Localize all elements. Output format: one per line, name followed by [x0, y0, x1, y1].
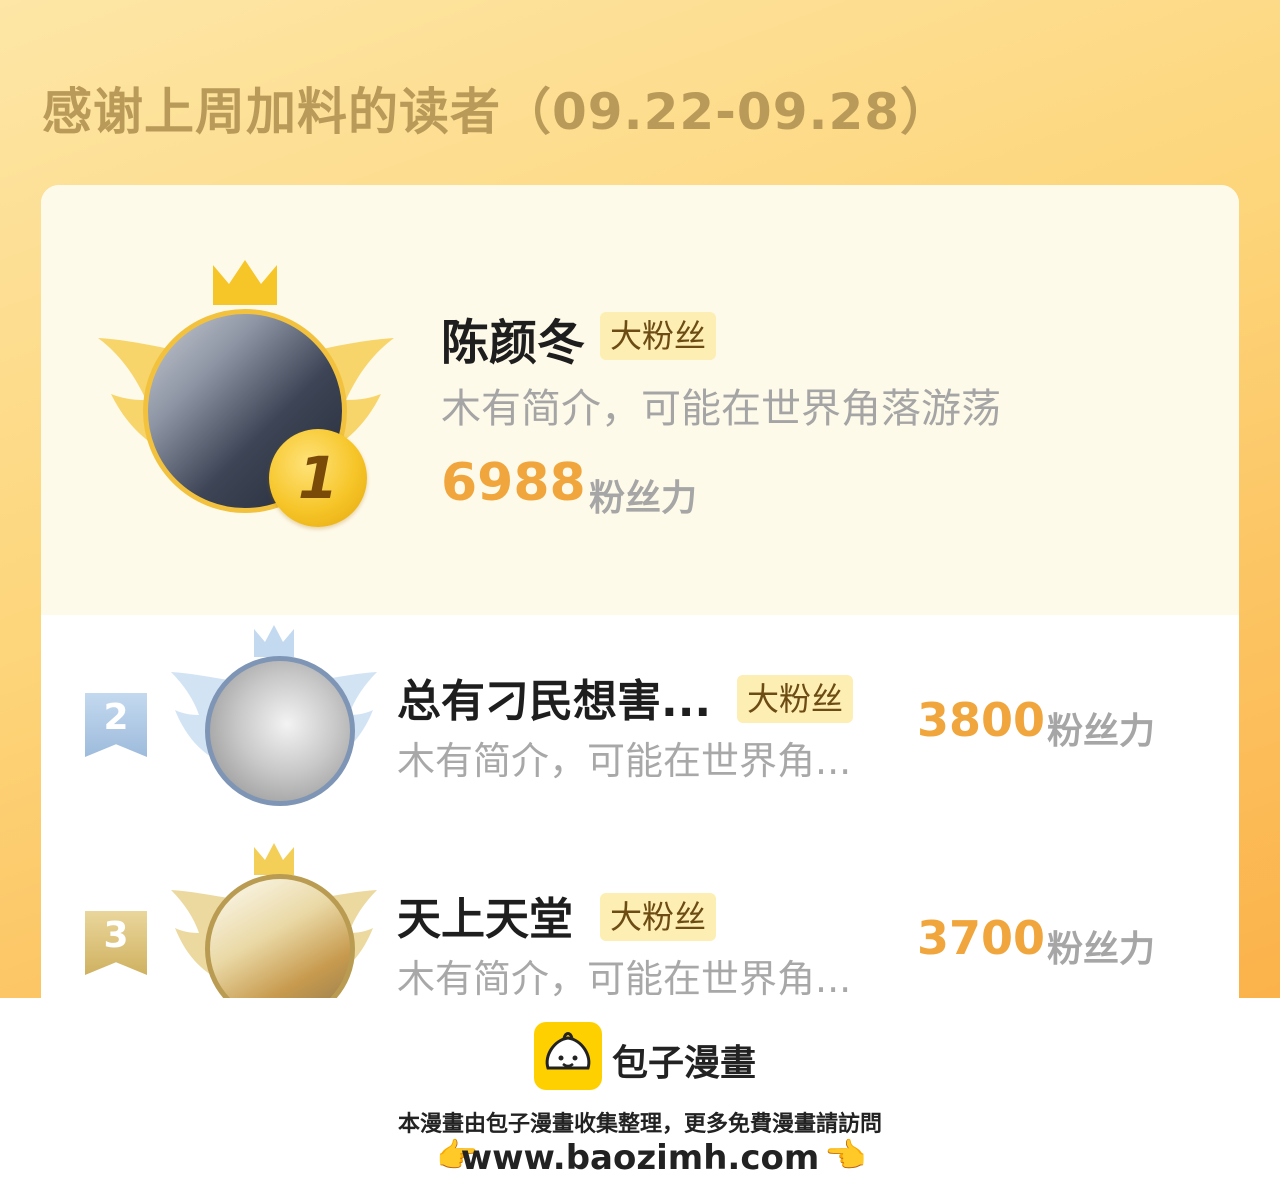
rank-medal: 1: [269, 429, 367, 527]
pointing-left-icon: 👈: [824, 1136, 867, 1176]
fan-power-unit: 粉丝力: [1047, 929, 1156, 970]
fan-power-unit: 粉丝力: [1047, 711, 1156, 752]
fan-power-value: 6988: [441, 453, 586, 513]
leaderboard-card: 1 陈颜冬 大粉丝 木有简介，可能在世界角落游荡 6988 粉丝力 2 总有刁民…: [41, 185, 1239, 998]
app-name: 包子漫畫: [612, 1043, 757, 1084]
crown-icon: [254, 625, 294, 657]
fan-power-value: 3700: [917, 911, 1046, 965]
fan-power-value: 3800: [917, 693, 1046, 747]
rank-flag: 3: [85, 911, 147, 975]
collection-note: 本漫畫由包子漫畫收集整理，更多免費漫畫請訪問: [397, 1112, 882, 1137]
fan-badge: 大粉丝: [600, 312, 717, 360]
rank-flag: 2: [85, 693, 147, 757]
reader-description: 木有简介，可能在世界角...: [397, 739, 852, 783]
watermark-footer: 包子漫畫 本漫畫由包子漫畫收集整理，更多免費漫畫請訪問 👉 www.baozim…: [0, 998, 1280, 1199]
reader-name: 陈颜冬: [441, 315, 586, 371]
first-place-entry[interactable]: 1 陈颜冬 大粉丝 木有简介，可能在世界角落游荡 6988 粉丝力: [41, 185, 1239, 615]
fan-badge: 大粉丝: [737, 675, 854, 723]
crown-icon: [213, 260, 277, 305]
site-url[interactable]: www.baozimh.com: [0, 1138, 1280, 1178]
leaderboard-banner: 感谢上周加料的读者（09.22-09.28） 1 陈颜冬 大粉丝 木有简介，可能…: [0, 0, 1280, 998]
fan-badge: 大粉丝: [600, 893, 717, 941]
bun-logo-icon: [534, 1022, 602, 1090]
reader-description: 木有简介，可能在世界角...: [397, 957, 852, 998]
fan-power-unit: 粉丝力: [589, 478, 698, 519]
crown-icon: [254, 843, 294, 875]
reader-description: 木有简介，可能在世界角落游荡: [441, 386, 1001, 432]
reader-name: 总有刁民想害...: [397, 676, 712, 727]
reader-name: 天上天堂: [397, 894, 573, 945]
avatar[interactable]: [205, 656, 355, 806]
page-title: 感谢上周加料的读者（09.22-09.28）: [42, 83, 952, 141]
